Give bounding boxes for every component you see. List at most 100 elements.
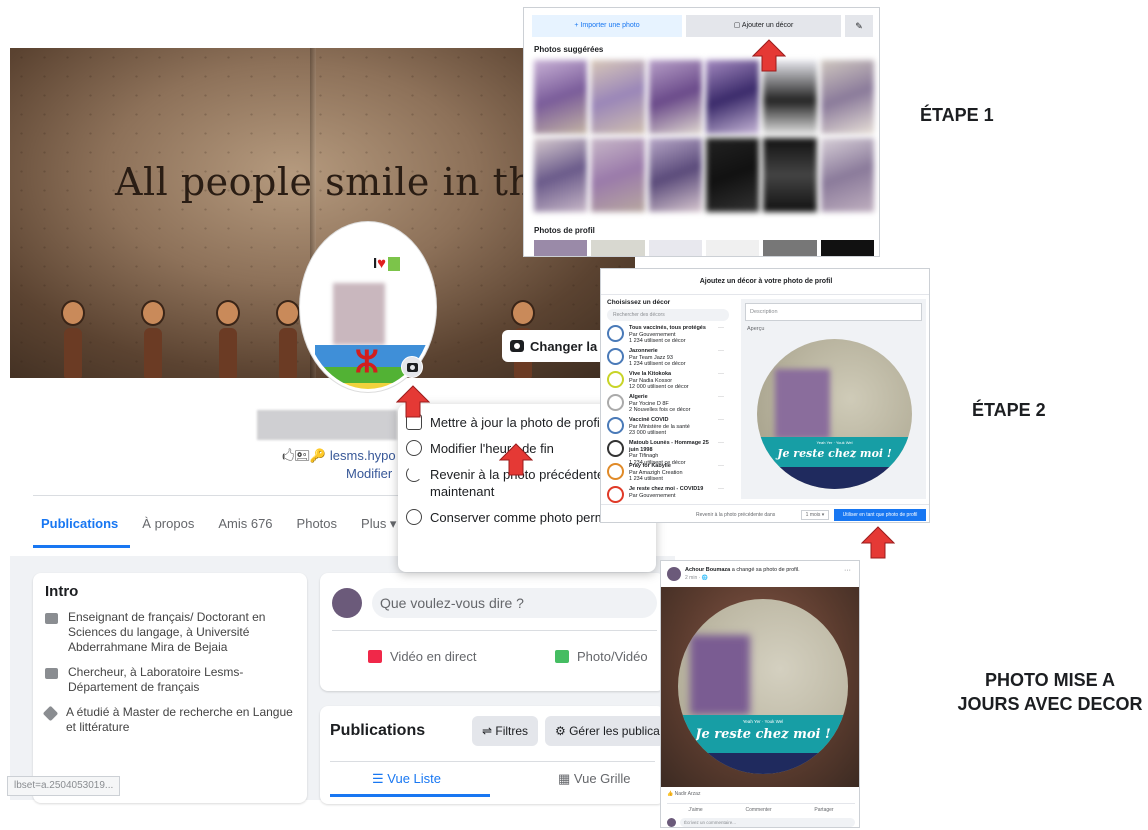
result-label: PHOTO MISE A JOURS AVEC DECOR: [957, 670, 1143, 714]
frame-dialog-footer: Revenir à la photo précédente dans 1 moi…: [601, 504, 929, 522]
live-video-icon: [368, 650, 382, 663]
tab-publications[interactable]: Publications: [33, 516, 131, 548]
photo-thumb[interactable]: [534, 60, 588, 134]
post-author-avatar[interactable]: [667, 567, 681, 581]
graduation-cap-icon: [42, 705, 59, 722]
profile-divider: [33, 495, 413, 496]
arrow-up-icon: [752, 38, 786, 72]
frame-ring-icon: [607, 394, 624, 411]
photo-thumb[interactable]: [648, 240, 702, 256]
frame-description-input[interactable]: Description: [745, 303, 922, 321]
result-post: Achour Boumaza a changé sa photo de prof…: [660, 560, 860, 828]
arrow-up-icon: [396, 384, 430, 418]
photo-icon: [555, 650, 569, 663]
frame-option[interactable]: Algerie Par Yocine D 8F 2 Nouvelles fois c…: [607, 394, 737, 417]
step1-label: ÉTAPE 1: [920, 105, 994, 125]
post-reactions[interactable]: 👍 Nadir Arzaz: [667, 791, 700, 797]
frame-preview-area: Description Aperçu Yeah Yer · Youk Wel J…: [741, 299, 926, 499]
frame-option[interactable]: Jazonnerie Par Team Jazz 93 1 234 utilisen…: [607, 348, 737, 371]
clock-icon: [406, 440, 422, 456]
preview-blurred-face: [775, 369, 830, 439]
publications-title: Publications: [330, 722, 426, 739]
figure: [60, 300, 86, 378]
photo-thumb[interactable]: [648, 60, 702, 134]
photo-thumb[interactable]: [705, 138, 760, 212]
bio-emoji: 🖒🖭🔑: [282, 448, 326, 463]
post-composer: Que voulez-vous dire ? Vidéo en direct P…: [320, 573, 665, 691]
tab-about[interactable]: À propos: [130, 516, 206, 548]
revert-duration-select[interactable]: 1 mois ▾: [801, 510, 829, 520]
add-frame-tab[interactable]: ▢ Ajouter un décor: [686, 15, 841, 37]
photo-thumb[interactable]: [591, 60, 645, 134]
figure: [215, 300, 241, 378]
photo-thumb[interactable]: [705, 240, 760, 256]
photo-thumb[interactable]: [763, 240, 817, 256]
active-view-indicator: [330, 794, 490, 797]
camera-icon: [510, 340, 524, 352]
frame-band: Yeah Yer · Youk Wel Je reste chez moi !: [757, 437, 912, 467]
frame-option[interactable]: Vaccinë COVID Par Ministère de la santé 23…: [607, 417, 737, 440]
manage-posts-button[interactable]: ⚙ Gérer les publica: [545, 716, 665, 746]
frame-option[interactable]: Pray for Kabylie Par Amazigh Creation 1 23…: [607, 463, 737, 486]
photo-thumb[interactable]: [648, 138, 702, 212]
grid-view-tab[interactable]: ▦ Vue Grille: [558, 771, 631, 787]
profile-name-blurred: [257, 410, 397, 440]
frame-ring-icon: [607, 486, 624, 503]
import-photo-tab[interactable]: + Importer une photo: [532, 15, 682, 37]
intro-title: Intro: [45, 583, 79, 600]
status-bar-url: lbset=a.2504053019...: [7, 776, 121, 796]
composer-avatar: [332, 588, 362, 618]
tab-friends[interactable]: Amis 676: [206, 516, 284, 548]
frame-ring-icon: [607, 463, 624, 480]
filters-button[interactable]: ⇌ Filtres: [472, 716, 539, 746]
frame-ring-icon: [607, 348, 624, 365]
photo-video-button[interactable]: Photo/Vidéo: [555, 649, 648, 664]
use-as-profile-photo-button[interactable]: Utiliser en tant que photo de profil: [834, 509, 926, 521]
step1-photo-picker: + Importer une photo ▢ Ajouter un décor …: [523, 7, 880, 257]
avatar-i-love-text: I♥: [373, 255, 401, 272]
live-video-button[interactable]: Vidéo en direct: [368, 649, 477, 664]
share-button[interactable]: Partager: [814, 807, 833, 813]
post-author[interactable]: Achour Boumaza: [685, 567, 730, 573]
photo-thumb[interactable]: [820, 138, 874, 212]
comment-input[interactable]: Écrivez un commentaire...: [680, 817, 855, 827]
photo-thumb[interactable]: [534, 138, 588, 212]
list-view-tab[interactable]: ☰ Vue Liste: [372, 771, 441, 787]
photo-thumb[interactable]: [534, 240, 588, 256]
frame-option[interactable]: Tous vaccinés, tous protégés Par Gouverne…: [607, 325, 737, 348]
post-actions: J'aime Commenter Partager: [667, 803, 855, 813]
profile-photos-row: [534, 240, 874, 256]
tab-photos[interactable]: Photos: [285, 516, 349, 548]
post-header: Achour Boumaza a changé sa photo de prof…: [667, 565, 857, 585]
photo-thumb[interactable]: [820, 60, 874, 134]
frame-list: Choisissez un décor Rechercher des décor…: [607, 299, 737, 503]
frame-option[interactable]: Vive la Kitokoka Par Nadia Kossor 12 000 u…: [607, 371, 737, 394]
publications-divider: [330, 761, 655, 762]
photo-thumb[interactable]: [763, 138, 817, 212]
comment-button[interactable]: Commenter: [745, 807, 771, 813]
post-timestamp: 2 min · 🌐: [685, 575, 708, 581]
suggested-photos-label: Photos suggérées: [534, 45, 604, 54]
like-button[interactable]: J'aime: [688, 807, 702, 813]
step2-frame-dialog: Ajoutez un décor à votre photo de profil…: [600, 268, 930, 523]
profile-photos-label: Photos de profil: [534, 226, 595, 235]
undo-icon: [406, 466, 422, 482]
post-options-icon[interactable]: ···: [844, 567, 851, 574]
intro-item-research: Chercheur, à Laboratoire Lesms-Départeme…: [45, 665, 295, 695]
composer-input[interactable]: Que voulez-vous dire ?: [372, 588, 657, 618]
photo-thumb[interactable]: [820, 240, 874, 256]
frame-ring-icon: [607, 371, 624, 388]
frame-ring-icon: [607, 325, 624, 342]
photo-thumb[interactable]: [591, 138, 645, 212]
frame-option[interactable]: Matoub Lounès - Hommage 25 juin 1998 Par …: [607, 440, 737, 466]
framed-photo-preview: Yeah Yer · Youk Wel Je reste chez moi !: [757, 339, 912, 489]
update-profile-photo-camera-icon[interactable]: [401, 356, 423, 378]
post-photo[interactable]: Yeah Yer · Youk Wel Je reste chez moi !: [661, 587, 859, 787]
intro-card: Intro Enseignant de français/ Doctorant …: [33, 573, 307, 803]
avatar-blurred-face: [333, 283, 385, 345]
edit-bio-link[interactable]: Modifier: [346, 466, 392, 481]
photo-thumb[interactable]: [591, 240, 645, 256]
frame-search-input[interactable]: Rechercher des décors: [607, 309, 729, 321]
intro-item-work: Enseignant de français/ Doctorant en Sci…: [45, 610, 295, 655]
edit-pencil-icon[interactable]: ✎: [845, 15, 873, 37]
